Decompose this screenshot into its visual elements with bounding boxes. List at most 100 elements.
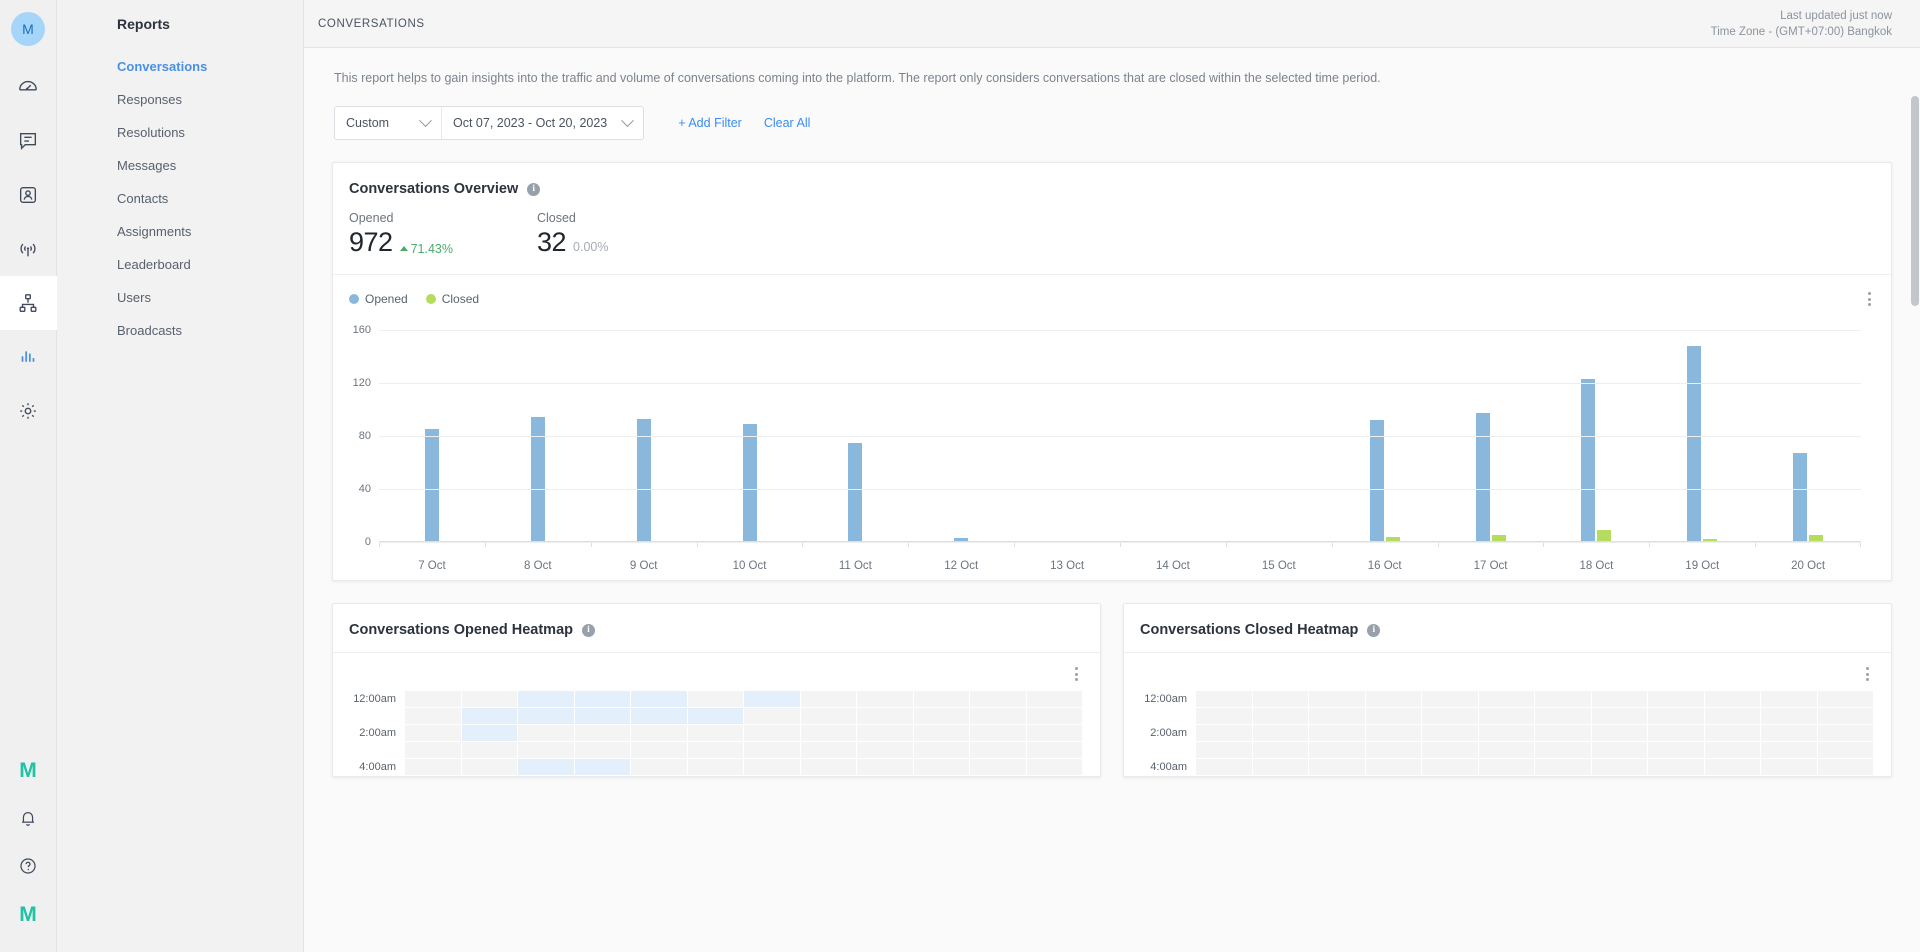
heatmap-cell[interactable] <box>405 691 461 707</box>
dashboard-speedometer-icon[interactable] <box>0 60 57 114</box>
heatmap-cell[interactable] <box>1309 759 1365 775</box>
add-filter-button[interactable]: + Add Filter <box>678 116 742 130</box>
heatmap-cell[interactable] <box>1704 759 1760 775</box>
heatmap-cell[interactable] <box>1535 742 1591 758</box>
heatmap-cell[interactable] <box>574 691 630 707</box>
heatmap-cell[interactable] <box>518 708 574 724</box>
help-question-icon[interactable] <box>0 842 57 890</box>
heatmap-cell[interactable] <box>1648 691 1704 707</box>
heatmap-cell[interactable] <box>1309 742 1365 758</box>
legend-item-closed[interactable]: Closed <box>425 292 479 306</box>
heatmap-cell[interactable] <box>1591 759 1647 775</box>
heatmap-cell[interactable] <box>1478 759 1534 775</box>
heatmap-cell[interactable] <box>405 742 461 758</box>
heatmap-cell[interactable] <box>405 725 461 741</box>
legend-item-opened[interactable]: Opened <box>349 292 408 306</box>
heatmap-cell[interactable] <box>1535 759 1591 775</box>
heatmap-cell[interactable] <box>1648 708 1704 724</box>
notifications-bell-icon[interactable] <box>0 794 57 842</box>
heatmap-cell[interactable] <box>518 742 574 758</box>
sidebar-item-responses[interactable]: Responses <box>57 83 303 116</box>
heatmap-cell[interactable] <box>1591 691 1647 707</box>
heatmap-cell[interactable] <box>1196 708 1252 724</box>
heatmap-cell[interactable] <box>1478 742 1534 758</box>
heatmap-cell[interactable] <box>744 691 800 707</box>
chart-bar-opened[interactable] <box>424 429 439 542</box>
heatmap-cell[interactable] <box>1026 708 1082 724</box>
heatmap-cell[interactable] <box>687 725 743 741</box>
heatmap-cell[interactable] <box>970 708 1026 724</box>
heatmap-cell[interactable] <box>631 691 687 707</box>
heatmap-cell[interactable] <box>1422 691 1478 707</box>
heatmap-cell[interactable] <box>1591 742 1647 758</box>
heatmap-cell[interactable] <box>687 742 743 758</box>
chart-bar-opened[interactable] <box>1475 413 1490 542</box>
broadcasts-antenna-icon[interactable] <box>0 222 57 276</box>
heatmap-cell[interactable] <box>1704 708 1760 724</box>
heatmap-cell[interactable] <box>1196 742 1252 758</box>
heatmap-cell[interactable] <box>800 725 856 741</box>
heatmap-cell[interactable] <box>1252 708 1308 724</box>
heatmap-cell[interactable] <box>1309 708 1365 724</box>
heatmap-cell[interactable] <box>461 691 517 707</box>
heatmap-cell[interactable] <box>800 759 856 775</box>
heatmap-cell[interactable] <box>1478 708 1534 724</box>
chart-bar-opened[interactable] <box>848 442 863 542</box>
chart-bar-opened[interactable] <box>1687 345 1702 542</box>
heatmap-cell[interactable] <box>1704 725 1760 741</box>
heatmap-cell[interactable] <box>913 725 969 741</box>
heatmap-cell[interactable] <box>631 759 687 775</box>
info-icon[interactable]: i <box>527 182 541 196</box>
heatmap-cell[interactable] <box>1704 691 1760 707</box>
heatmap-cell[interactable] <box>1309 691 1365 707</box>
heatmap-cell[interactable] <box>1817 725 1873 741</box>
heatmap-cell[interactable] <box>1252 742 1308 758</box>
heatmap-cell[interactable] <box>574 742 630 758</box>
heatmap-cell[interactable] <box>857 759 913 775</box>
workspace-avatar[interactable]: M <box>11 12 45 46</box>
reports-bars-icon[interactable] <box>0 330 57 384</box>
heatmap-cell[interactable] <box>913 759 969 775</box>
heatmap-cell[interactable] <box>461 759 517 775</box>
sidebar-item-resolutions[interactable]: Resolutions <box>57 116 303 149</box>
heatmap-cell[interactable] <box>1196 759 1252 775</box>
heatmap-cell[interactable] <box>1761 708 1817 724</box>
heatmap-cell[interactable] <box>800 708 856 724</box>
heatmap-cell[interactable] <box>857 725 913 741</box>
info-icon[interactable]: i <box>1367 623 1381 637</box>
heatmap-cell[interactable] <box>1365 691 1421 707</box>
heatmap-cell[interactable] <box>800 691 856 707</box>
settings-gear-icon[interactable] <box>0 384 57 438</box>
sidebar-item-conversations[interactable]: Conversations <box>57 50 303 83</box>
heatmap-cell[interactable] <box>913 742 969 758</box>
heatmap-cell[interactable] <box>1252 725 1308 741</box>
heatmap-cell[interactable] <box>574 759 630 775</box>
chart-bar-opened[interactable] <box>636 418 651 542</box>
sidebar-item-users[interactable]: Users <box>57 281 303 314</box>
heatmap-cell[interactable] <box>574 708 630 724</box>
heatmap-cell[interactable] <box>687 708 743 724</box>
sidebar-item-assignments[interactable]: Assignments <box>57 215 303 248</box>
chart-bar-opened[interactable] <box>1369 420 1384 542</box>
heatmap-cell[interactable] <box>405 708 461 724</box>
heatmap-cell[interactable] <box>1026 742 1082 758</box>
heatmap-cell[interactable] <box>1817 742 1873 758</box>
heatmap-cell[interactable] <box>461 725 517 741</box>
heatmap-cell[interactable] <box>687 691 743 707</box>
heatmap-cell[interactable] <box>687 759 743 775</box>
heatmap-cell[interactable] <box>744 725 800 741</box>
vertical-scrollbar[interactable] <box>1911 96 1919 306</box>
heatmap-menu-kebab-icon[interactable] <box>1073 663 1080 685</box>
heatmap-cell[interactable] <box>1704 742 1760 758</box>
chart-bar-opened[interactable] <box>742 424 757 542</box>
heatmap-cell[interactable] <box>631 708 687 724</box>
heatmap-cell[interactable] <box>1422 759 1478 775</box>
brand-m-secondary-icon[interactable]: M <box>0 890 57 938</box>
heatmap-cell[interactable] <box>1591 725 1647 741</box>
sidebar-item-contacts[interactable]: Contacts <box>57 182 303 215</box>
heatmap-cell[interactable] <box>970 742 1026 758</box>
heatmap-cell[interactable] <box>970 759 1026 775</box>
heatmap-cell[interactable] <box>744 759 800 775</box>
heatmap-cell[interactable] <box>1761 725 1817 741</box>
heatmap-cell[interactable] <box>1365 759 1421 775</box>
